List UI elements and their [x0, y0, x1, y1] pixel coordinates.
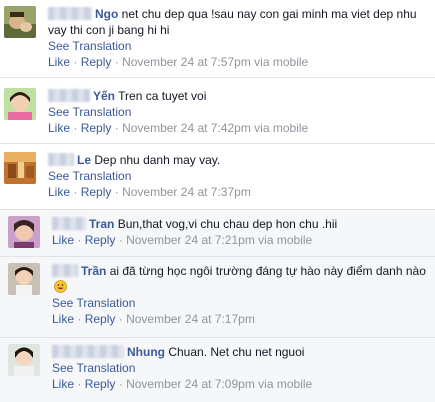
timestamp[interactable]: November 24 at 7:57pm: [122, 55, 251, 69]
via-mobile: via mobile: [254, 55, 309, 69]
comment-item: Ngo net chu dep qua !sau nay con gai min…: [0, 0, 435, 76]
redacted-name-prefix: [48, 153, 74, 166]
comment-meta: Like · Reply · November 24 at 7:57pm via…: [48, 55, 309, 69]
like-link[interactable]: Like: [52, 377, 74, 391]
like-link[interactable]: Like: [48, 121, 70, 135]
commenter-name[interactable]: Tran: [89, 217, 114, 231]
reply-link[interactable]: Reply: [85, 377, 116, 391]
comment-text: Chuan. Net chu net nguoi: [168, 345, 305, 359]
comment-text: ai đã từng học ngôi trường đáng tự hào n…: [109, 264, 426, 278]
grin-emoticon-icon: [54, 280, 67, 293]
timestamp[interactable]: November 24 at 7:37pm: [122, 185, 251, 199]
timestamp[interactable]: November 24 at 7:17pm: [126, 312, 255, 326]
avatar[interactable]: [4, 88, 36, 120]
redacted-name-prefix: [48, 7, 92, 20]
avatar[interactable]: [8, 344, 40, 376]
avatar[interactable]: [8, 263, 40, 295]
commenter-name[interactable]: Trần: [81, 264, 106, 278]
redacted-name-prefix: [48, 89, 90, 102]
see-translation-link[interactable]: See Translation: [48, 104, 432, 120]
redacted-name-prefix: [52, 217, 86, 230]
see-translation-link[interactable]: See Translation: [52, 295, 432, 311]
like-link[interactable]: Like: [52, 233, 74, 247]
comment-text: Bun,that vog,vi chu chau dep hon chu .hi…: [117, 217, 338, 231]
timestamp[interactable]: November 24 at 7:21pm: [126, 233, 255, 247]
avatar[interactable]: [4, 152, 36, 184]
reply-link[interactable]: Reply: [81, 55, 112, 69]
reply-link[interactable]: Reply: [81, 121, 112, 135]
via-mobile: via mobile: [258, 377, 313, 391]
comment-text: Dep nhu danh may vay.: [94, 153, 221, 167]
comment-meta: Like · Reply · November 24 at 7:09pm via…: [52, 377, 313, 391]
comment-meta: Like · Reply · November 24 at 7:17pm: [52, 312, 255, 326]
reply-item: Tran Bun,that vog,vi chu chau dep hon ch…: [0, 210, 435, 256]
comment-meta: Like · Reply · November 24 at 7:42pm via…: [48, 121, 309, 135]
reply-link[interactable]: Reply: [85, 312, 116, 326]
comment-meta: Like · Reply · November 24 at 7:21pm via…: [52, 233, 313, 247]
like-link[interactable]: Like: [48, 185, 70, 199]
comment-item: Yến Tren ca tuyet voi See Translation Li…: [0, 78, 435, 142]
see-translation-link[interactable]: See Translation: [48, 168, 432, 184]
comment-meta: Like · Reply · November 24 at 7:37pm: [48, 185, 251, 199]
redacted-name-prefix: [52, 345, 124, 358]
avatar[interactable]: [4, 6, 36, 38]
commenter-name[interactable]: Yến: [93, 89, 115, 103]
see-translation-link[interactable]: See Translation: [52, 360, 432, 376]
like-link[interactable]: Like: [52, 312, 74, 326]
redacted-name-prefix: [52, 264, 78, 277]
commenter-name[interactable]: Ngo: [95, 7, 118, 21]
via-mobile: via mobile: [254, 121, 309, 135]
comment-item: Le Dep nhu danh may vay. See Translation…: [0, 144, 435, 208]
timestamp[interactable]: November 24 at 7:09pm: [126, 377, 255, 391]
avatar[interactable]: [8, 216, 40, 248]
reply-link[interactable]: Reply: [81, 185, 112, 199]
reply-item: Trần ai đã từng học ngôi trường đáng tự …: [0, 257, 435, 337]
timestamp[interactable]: November 24 at 7:42pm: [122, 121, 251, 135]
reply-item: Nhung Chuan. Net chu net nguoi See Trans…: [0, 338, 435, 402]
reply-link[interactable]: Reply: [85, 233, 116, 247]
like-link[interactable]: Like: [48, 55, 70, 69]
commenter-name[interactable]: Le: [77, 153, 91, 167]
via-mobile: via mobile: [258, 233, 313, 247]
comment-text: Tren ca tuyet voi: [118, 89, 207, 103]
see-translation-link[interactable]: See Translation: [48, 38, 432, 54]
commenter-name[interactable]: Nhung: [127, 345, 165, 359]
